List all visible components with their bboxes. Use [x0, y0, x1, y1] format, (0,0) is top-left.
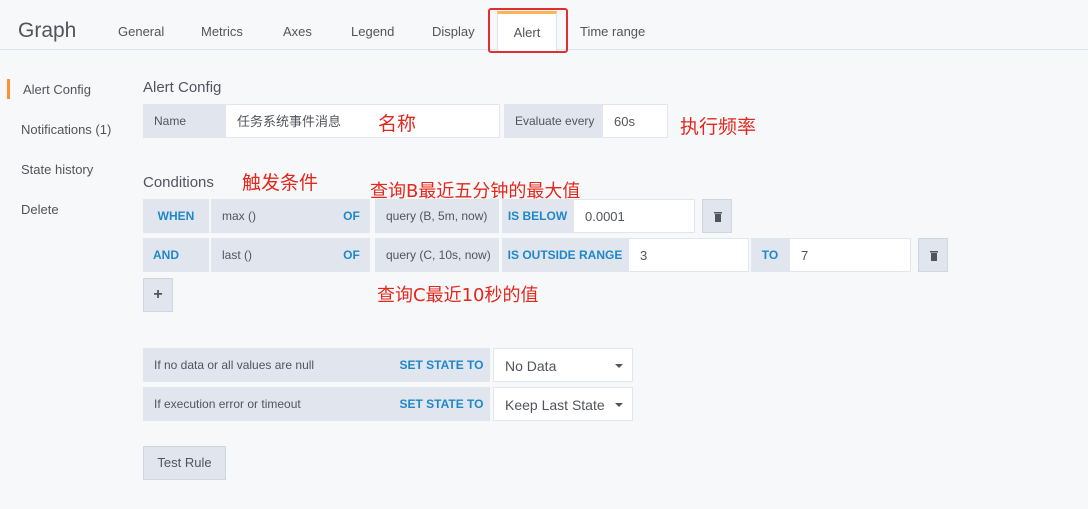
page-title: Graph — [18, 19, 77, 42]
highlight-box — [488, 8, 568, 53]
sidebar-item-alert-config[interactable]: Alert Config — [23, 82, 91, 97]
annotation-name: 名称 — [378, 113, 417, 135]
tab-time-range[interactable]: Time range — [580, 24, 645, 39]
exec-error-state-select[interactable]: Keep Last State — [493, 387, 633, 421]
condition-threshold-input[interactable]: 0.0001 — [573, 199, 695, 233]
no-data-state-select[interactable]: No Data — [493, 348, 633, 382]
set-state-to-label: SET STATE TO — [393, 348, 490, 382]
conditions-heading: Conditions — [143, 174, 214, 191]
condition-evaluator[interactable]: IS OUTSIDE RANGE — [502, 238, 628, 272]
evaluate-every-label: Evaluate every — [504, 104, 602, 138]
delete-condition-button[interactable] — [702, 199, 732, 233]
trash-icon — [714, 212, 722, 222]
evaluate-every-input[interactable]: 60s — [602, 104, 668, 138]
add-condition-button[interactable]: + — [143, 278, 173, 312]
annotation-trigger: 触发条件 — [242, 172, 319, 194]
tab-metrics[interactable]: Metrics — [201, 24, 243, 39]
no-data-label: If no data or all values are null — [143, 348, 393, 382]
name-label: Name — [143, 104, 225, 138]
tab-axes[interactable]: Axes — [283, 24, 312, 39]
condition-reducer[interactable]: last () — [211, 238, 333, 272]
condition-op-and[interactable]: AND — [143, 238, 209, 272]
sidebar-item-notifications[interactable]: Notifications (1) — [21, 122, 111, 137]
sidebar-item-state-history[interactable]: State history — [21, 162, 93, 177]
tab-display[interactable]: Display — [432, 24, 475, 39]
condition-range-to-input[interactable]: 7 — [789, 238, 911, 272]
condition-of: OF — [333, 238, 370, 272]
trash-icon — [930, 251, 938, 261]
chevron-down-icon — [615, 364, 623, 368]
condition-op-when[interactable]: WHEN — [143, 199, 209, 233]
exec-error-label: If execution error or timeout — [143, 387, 393, 421]
set-state-to-label: SET STATE TO — [393, 387, 490, 421]
annotation-query-c: 查询C最近10秒的值 — [377, 285, 539, 306]
delete-condition-button[interactable] — [918, 238, 948, 272]
tab-legend[interactable]: Legend — [351, 24, 394, 39]
condition-of: OF — [333, 199, 370, 233]
name-input[interactable]: 任务系统事件消息 — [225, 104, 500, 138]
sidebar-item-delete[interactable]: Delete — [21, 202, 59, 217]
annotation-frequency: 执行频率 — [680, 116, 757, 138]
condition-query[interactable]: query (B, 5m, now) — [375, 199, 499, 233]
panel-header: Graph General Metrics Axes Legend Displa… — [0, 0, 1088, 53]
condition-query[interactable]: query (C, 10s, now) — [375, 238, 499, 272]
condition-reducer[interactable]: max () — [211, 199, 333, 233]
condition-range-from-input[interactable]: 3 — [628, 238, 749, 272]
sidebar-active-indicator — [7, 79, 10, 99]
tab-general[interactable]: General — [118, 24, 164, 39]
no-data-state-value: No Data — [505, 358, 557, 374]
condition-evaluator[interactable]: IS BELOW — [502, 199, 573, 233]
test-rule-button[interactable]: Test Rule — [143, 446, 226, 480]
exec-error-state-value: Keep Last State — [505, 397, 605, 413]
condition-to: TO — [751, 238, 789, 272]
alert-config-heading: Alert Config — [143, 79, 222, 96]
chevron-down-icon — [615, 403, 623, 407]
